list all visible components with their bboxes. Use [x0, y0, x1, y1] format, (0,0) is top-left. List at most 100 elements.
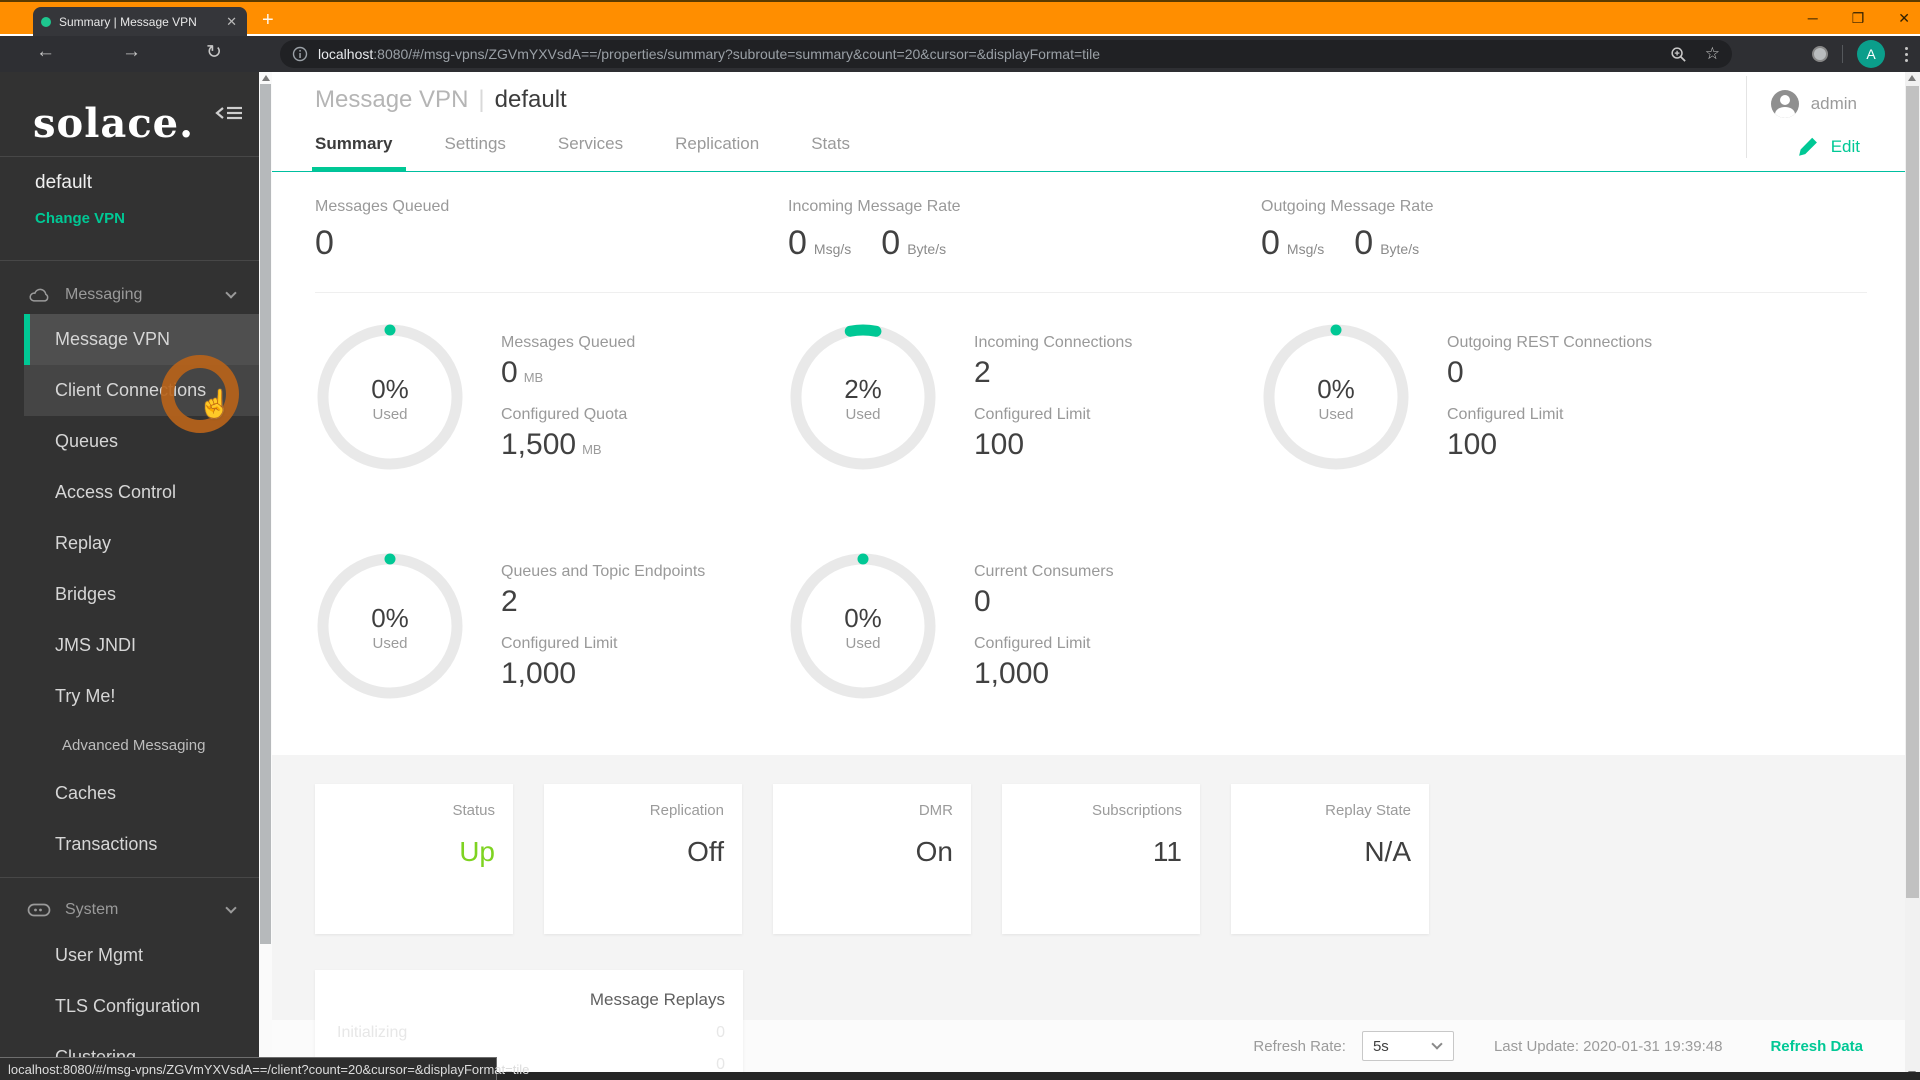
back-button[interactable]: ← — [36, 41, 55, 63]
divider — [1746, 76, 1747, 158]
scrollbar-thumb[interactable] — [260, 84, 271, 944]
browser-tab-strip: Summary | Message VPN ✕ + ─ ❐ ✕ — [0, 0, 1920, 36]
sidebar-item-message-vpn[interactable]: Message VPN — [24, 314, 259, 365]
zoom-icon[interactable] — [1670, 46, 1687, 63]
new-tab-button[interactable]: + — [262, 10, 274, 30]
sidebar-section-messaging[interactable]: Messaging — [0, 277, 259, 313]
user-avatar-icon — [1770, 90, 1799, 118]
metric-outgoing-rate: Outgoing Message Rate 0 Msg/s 0 Byte/s — [1261, 198, 1434, 262]
sidebar-section-system[interactable]: System — [0, 892, 259, 928]
address-bar[interactable]: localhost:8080/#/msg-vpns/ZGVmYXVsdA==/p… — [280, 40, 1732, 68]
browser-toolbar: ← → ↻ localhost:8080/#/msg-vpns/ZGVmYXVs… — [0, 36, 1920, 72]
refresh-data-button[interactable]: Refresh Data — [1770, 1038, 1863, 1055]
refresh-rate-label: Refresh Rate: — [1253, 1037, 1346, 1055]
sidebar-item-bridges[interactable]: Bridges — [0, 569, 259, 620]
tab-settings[interactable]: Settings — [444, 134, 505, 154]
divider — [0, 877, 259, 878]
scroll-up-arrow[interactable] — [262, 75, 270, 81]
refresh-rate-select[interactable]: 5s — [1361, 1031, 1454, 1061]
card-status: Status Up — [315, 784, 513, 934]
forward-button[interactable]: → — [122, 41, 141, 63]
card-replay-state: Replay State N/A — [1231, 784, 1429, 934]
tab-summary[interactable]: Summary — [315, 134, 392, 154]
scroll-up-arrow[interactable] — [1908, 75, 1916, 81]
chevron-down-icon — [1431, 1038, 1443, 1050]
tab-stats[interactable]: Stats — [811, 134, 850, 154]
page-tabs: Summary Settings Services Replication St… — [315, 134, 850, 154]
donut-chart: 0% Used — [315, 322, 465, 472]
sidebar-item-transactions[interactable]: Transactions — [0, 819, 259, 870]
close-button[interactable]: ✕ — [1898, 10, 1910, 27]
chevron-down-icon — [225, 902, 237, 914]
link-status-tooltip: localhost:8080/#/msg-vpns/ZGVmYXVsdA==/c… — [0, 1057, 529, 1080]
menu-dots-icon[interactable] — [1899, 46, 1914, 62]
gauge-outgoing-rest-connections: 0% Used Outgoing REST Connections 0 Confi… — [1261, 322, 1734, 478]
last-update-text: Last Update: 2020-01-31 19:39:48 — [1493, 1037, 1723, 1055]
sidebar-scrollbar[interactable] — [259, 72, 272, 1080]
browser-tab[interactable]: Summary | Message VPN ✕ — [33, 7, 247, 36]
bookmark-star-icon[interactable]: ☆ — [1705, 44, 1720, 64]
favicon-icon — [41, 16, 51, 27]
page-title: Message VPN | default — [315, 86, 567, 113]
metric-messages-queued: Messages Queued 0 — [315, 198, 450, 262]
collapse-sidebar-icon[interactable] — [215, 102, 243, 129]
tab-services[interactable]: Services — [558, 134, 623, 154]
message-replays-title: Message Replays — [589, 990, 725, 1009]
sidebar-item-advanced-messaging[interactable]: Advanced Messaging — [0, 722, 259, 768]
replay-row: Initializing 0 — [337, 1024, 725, 1041]
chevron-down-icon — [225, 287, 237, 299]
gauge-current-consumers: 0% Used Current Consumers 0 Configured Li… — [788, 551, 1261, 707]
tab-close-icon[interactable]: ✕ — [224, 14, 239, 30]
sidebar-item-jms-jndi[interactable]: JMS JNDI — [0, 620, 259, 671]
donut-chart: 0% Used — [1261, 322, 1411, 472]
sidebar-item-access-control[interactable]: Access Control — [0, 467, 259, 518]
user-menu[interactable]: admin — [1770, 90, 1857, 118]
divider — [315, 292, 1867, 293]
hand-cursor-icon: ☝ — [198, 389, 232, 419]
card-replication: Replication Off — [544, 784, 742, 934]
browser-window: Summary | Message VPN ✕ + ─ ❐ ✕ ← → ↻ lo… — [0, 0, 1920, 1080]
site-info-icon[interactable] — [292, 46, 308, 62]
card-dmr: DMR On — [773, 784, 971, 934]
scrollbar-thumb[interactable] — [1906, 86, 1919, 898]
main-content: Message VPN | default admin Summary Settin… — [272, 72, 1905, 1080]
restore-button[interactable]: ❐ — [1852, 10, 1865, 27]
browser-profile-avatar[interactable]: A — [1857, 40, 1885, 68]
reload-button[interactable]: ↻ — [206, 41, 222, 64]
divider — [272, 171, 1905, 172]
pencil-icon — [1798, 137, 1817, 156]
minimize-button[interactable]: ─ — [1808, 10, 1818, 26]
donut-chart: 0% Used — [315, 551, 465, 701]
current-vpn-name: default — [35, 172, 93, 193]
toolbar-divider — [1842, 45, 1843, 63]
rate-metrics: Messages Queued 0 Incoming Message Rate … — [315, 198, 1734, 263]
metric-incoming-rate: Incoming Message Rate 0 Msg/s 0 Byte/s — [788, 198, 961, 262]
change-vpn-link[interactable]: Change VPN — [35, 210, 125, 227]
divider — [0, 260, 259, 261]
sidebar-item-try-me[interactable]: Try Me! — [0, 671, 259, 722]
sidebar-item-user-mgmt[interactable]: User Mgmt — [0, 930, 259, 981]
edit-button[interactable]: Edit — [1797, 136, 1860, 158]
system-icon — [27, 902, 51, 918]
click-ripple-indicator: ☝ — [161, 355, 239, 433]
gauge-incoming-connections: 2% Used Incoming Connections 2 Configured… — [788, 322, 1261, 478]
solace-logo: solace. — [33, 100, 195, 147]
donut-chart: 0% Used — [788, 551, 938, 701]
donut-chart: 2% Used — [788, 322, 938, 472]
page-scrollbar[interactable] — [1905, 72, 1920, 1080]
sidebar-item-replay[interactable]: Replay — [0, 518, 259, 569]
tab-title: Summary | Message VPN — [59, 14, 197, 29]
sidebar-item-tls-configuration[interactable]: TLS Configuration — [0, 981, 259, 1032]
extension-icon[interactable] — [1812, 46, 1828, 62]
card-subscriptions: Subscriptions 11 — [1002, 784, 1200, 934]
gauge-queues-topic-endpoints: 0% Used Queues and Topic Endpoints 2 Conf… — [315, 551, 788, 707]
sidebar-item-caches[interactable]: Caches — [0, 768, 259, 819]
cloud-icon — [27, 286, 51, 304]
divider — [0, 156, 259, 157]
url-text[interactable]: localhost:8080/#/msg-vpns/ZGVmYXVsdA==/p… — [318, 46, 1100, 62]
usage-gauges: 0% Used Messages Queued 0 MB Configured Qu… — [315, 322, 1734, 707]
sidebar: solace. default Change VPN Messaging Mes… — [0, 72, 259, 1080]
status-cards: Status Up Replication Off DMR On Subscripti… — [315, 784, 1429, 934]
tab-replication[interactable]: Replication — [675, 134, 759, 154]
gauge-messages-queued: 0% Used Messages Queued 0 MB Configured Qu… — [315, 322, 788, 478]
